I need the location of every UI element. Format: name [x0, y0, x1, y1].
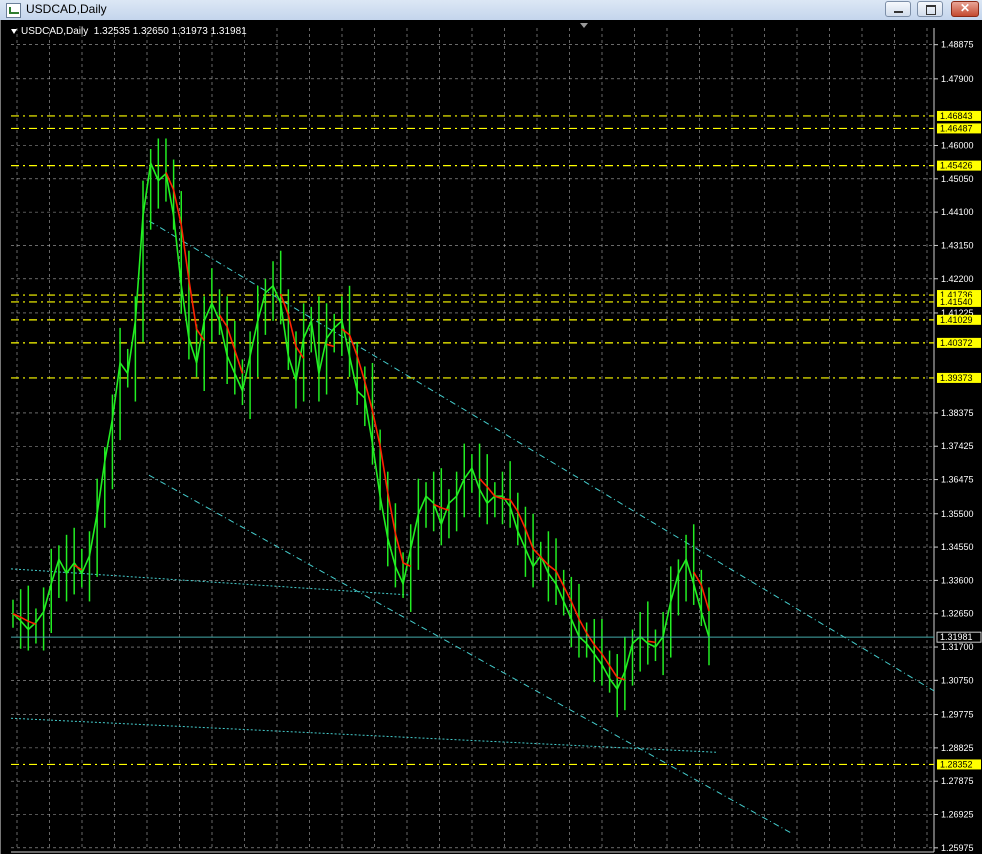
moving-average-segment	[348, 334, 358, 357]
moving-average-segment	[547, 564, 557, 572]
level-price-label: 1.41540	[940, 297, 973, 307]
level-price-label: 1.41029	[940, 315, 973, 325]
chart-area[interactable]: 1.48875 1.47900 1.46000 1.45050 1.44100 1.431…	[0, 20, 982, 854]
price-tick-label: 1.36475	[941, 475, 974, 485]
moving-average-segment	[180, 224, 190, 281]
window-title: USDCAD,Daily	[26, 2, 107, 16]
moving-average-segment	[562, 585, 573, 602]
moving-average-segment	[693, 571, 703, 586]
price-chart[interactable]: 1.48875 1.47900 1.46000 1.45050 1.44100 1.431…	[1, 20, 982, 854]
level-price-label: 1.40372	[940, 338, 973, 348]
support-trendline-bottom	[10, 717, 717, 753]
price-tick-label: 1.29775	[941, 710, 974, 720]
chart-header: USDCAD,Daily 1.32535 1.32650 1.31973 1.3…	[11, 26, 247, 37]
moving-average-segment	[601, 653, 611, 667]
level-price-label: 1.28352	[940, 759, 973, 769]
price-tick-label: 1.32650	[941, 609, 974, 619]
moving-average-segment	[616, 676, 626, 681]
moving-average-segment	[478, 478, 488, 488]
price-tick-label: 1.25975	[941, 843, 974, 853]
moving-average-segment	[700, 584, 710, 612]
moving-average-segment	[226, 326, 236, 351]
chart-shift-marker-icon	[580, 23, 588, 28]
moving-average-segment	[570, 601, 580, 620]
moving-average-segment	[608, 665, 618, 678]
price-tick-label: 1.45050	[941, 174, 974, 184]
moving-average-segment	[524, 528, 534, 550]
moving-average-segment	[234, 349, 244, 374]
close-icon: ✕	[959, 1, 971, 15]
price-tick-label: 1.28825	[941, 743, 974, 753]
moving-average-segment	[341, 328, 351, 336]
price-tick-label: 1.27875	[941, 776, 974, 786]
price-tick-label: 1.48875	[941, 40, 974, 50]
moving-average-segment	[20, 616, 29, 623]
support-trendline-left	[10, 568, 412, 596]
price-tick-label: 1.42200	[941, 274, 974, 284]
moving-average-segment	[585, 632, 595, 646]
minimize-icon	[894, 11, 903, 13]
level-price-label: 1.45426	[940, 161, 973, 171]
price-tick-label: 1.33600	[941, 575, 974, 585]
price-tick-label: 1.34550	[941, 542, 974, 552]
moving-average-segment	[326, 343, 335, 348]
price-tick-label: 1.37425	[941, 441, 974, 451]
current-price-label: 1.31981	[940, 632, 973, 642]
moving-average-segment	[188, 279, 198, 330]
price-tick-label: 1.46000	[941, 140, 974, 150]
moving-average-segment	[555, 570, 565, 587]
lower-channel-trendline	[148, 474, 792, 834]
price-tick-label: 1.26925	[941, 810, 974, 820]
close-button[interactable]: ✕	[951, 1, 979, 17]
moving-average-segment	[486, 486, 496, 497]
chart-header-text: USDCAD,Daily 1.32535 1.32650 1.31973 1.3…	[21, 26, 247, 37]
moving-average-segment	[386, 492, 397, 534]
price-tick-label: 1.31700	[941, 642, 974, 652]
price-tick-label: 1.35500	[941, 509, 974, 519]
title-bar[interactable]: USDCAD,Daily ✕	[0, 0, 982, 21]
level-price-label: 1.46487	[940, 123, 973, 133]
price-tick-label: 1.44100	[941, 207, 974, 217]
maximize-button[interactable]	[917, 1, 943, 17]
dropdown-triangle-icon[interactable]	[11, 28, 17, 34]
price-tick-label: 1.43150	[941, 240, 974, 250]
moving-average-segment	[394, 533, 404, 564]
moving-average-segment	[371, 410, 381, 447]
maximize-icon	[926, 5, 936, 15]
close-price-line	[12, 160, 710, 691]
terminal-chart-window: USDCAD,Daily ✕ 1.48875 1.47900 1.46000 1.45…	[0, 0, 982, 854]
price-tick-label: 1.38375	[941, 408, 974, 418]
minimize-button[interactable]	[885, 1, 911, 17]
moving-average-segment	[502, 497, 511, 501]
price-tick-label: 1.47900	[941, 74, 974, 84]
moving-average-segment	[578, 618, 588, 634]
chart-window-icon	[6, 3, 21, 18]
moving-average-segment	[647, 640, 656, 644]
level-price-label: 1.46843	[940, 111, 973, 121]
moving-average-segment	[593, 644, 603, 655]
level-price-label: 1.39373	[940, 373, 973, 383]
moving-average-segment	[379, 445, 389, 493]
price-tick-label: 1.30750	[941, 675, 974, 685]
